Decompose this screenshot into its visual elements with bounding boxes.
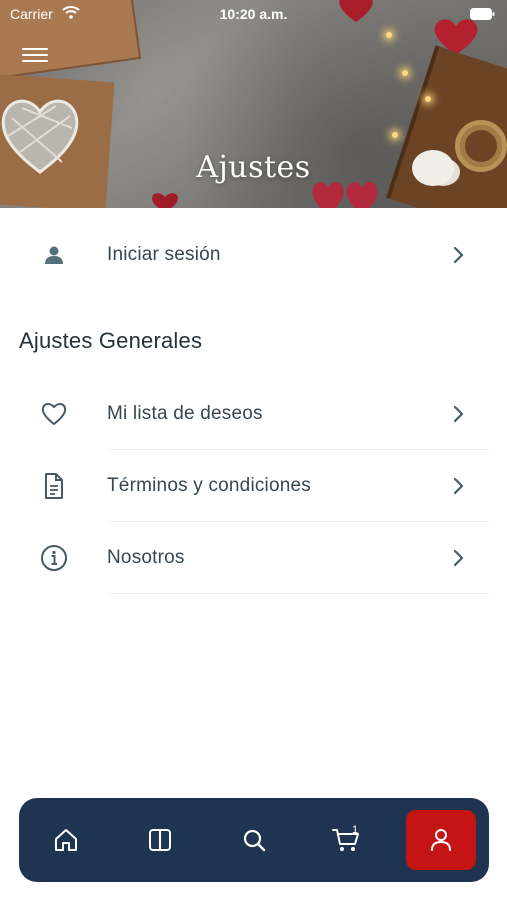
- bottom-tab-bar: 1: [19, 798, 489, 882]
- chevron-right-icon: [453, 246, 464, 264]
- tab-profile[interactable]: [406, 810, 476, 870]
- banner-fairy-light: [392, 132, 398, 138]
- info-icon: [40, 544, 68, 572]
- about-label: Nosotros: [107, 547, 185, 568]
- banner-fairy-light: [425, 96, 431, 102]
- tab-cart[interactable]: 1: [314, 810, 378, 870]
- chevron-right-icon: [453, 549, 464, 567]
- document-icon: [40, 472, 68, 500]
- cart-badge: 1: [352, 824, 359, 836]
- book-icon: [149, 829, 171, 851]
- banner-red-heart: [152, 193, 178, 208]
- tab-catalog[interactable]: [128, 810, 192, 870]
- heart-icon: [40, 400, 68, 428]
- terms-label: Términos y condiciones: [107, 475, 311, 496]
- about-row[interactable]: Nosotros: [0, 522, 507, 594]
- row-divider: [108, 593, 489, 594]
- wishlist-row[interactable]: Mi lista de deseos: [0, 378, 507, 450]
- section-title: Ajustes Generales: [19, 328, 203, 353]
- banner-fairy-light: [386, 32, 392, 38]
- status-time: 10:20 a.m.: [219, 6, 288, 22]
- person-icon: [431, 829, 451, 851]
- status-bar: Carrier 10:20 a.m.: [0, 0, 507, 28]
- tab-home[interactable]: [34, 810, 98, 870]
- login-label: Iniciar sesión: [107, 244, 221, 265]
- chevron-right-icon: [453, 405, 464, 423]
- tab-search[interactable]: [222, 810, 286, 870]
- page-title: Ajustes: [196, 150, 311, 185]
- wishlist-label: Mi lista de deseos: [107, 403, 263, 424]
- person-icon: [40, 241, 68, 269]
- chevron-right-icon: [453, 477, 464, 495]
- banner-fairy-light: [402, 70, 408, 76]
- login-row[interactable]: Iniciar sesión: [0, 219, 507, 291]
- header-banner: Carrier 10:20 a.m. Ajustes: [0, 0, 507, 208]
- hamburger-menu-icon[interactable]: [22, 48, 48, 70]
- home-icon: [55, 829, 77, 851]
- search-icon: [243, 829, 266, 852]
- battery-icon: [470, 8, 495, 20]
- terms-row[interactable]: Términos y condiciones: [0, 450, 507, 522]
